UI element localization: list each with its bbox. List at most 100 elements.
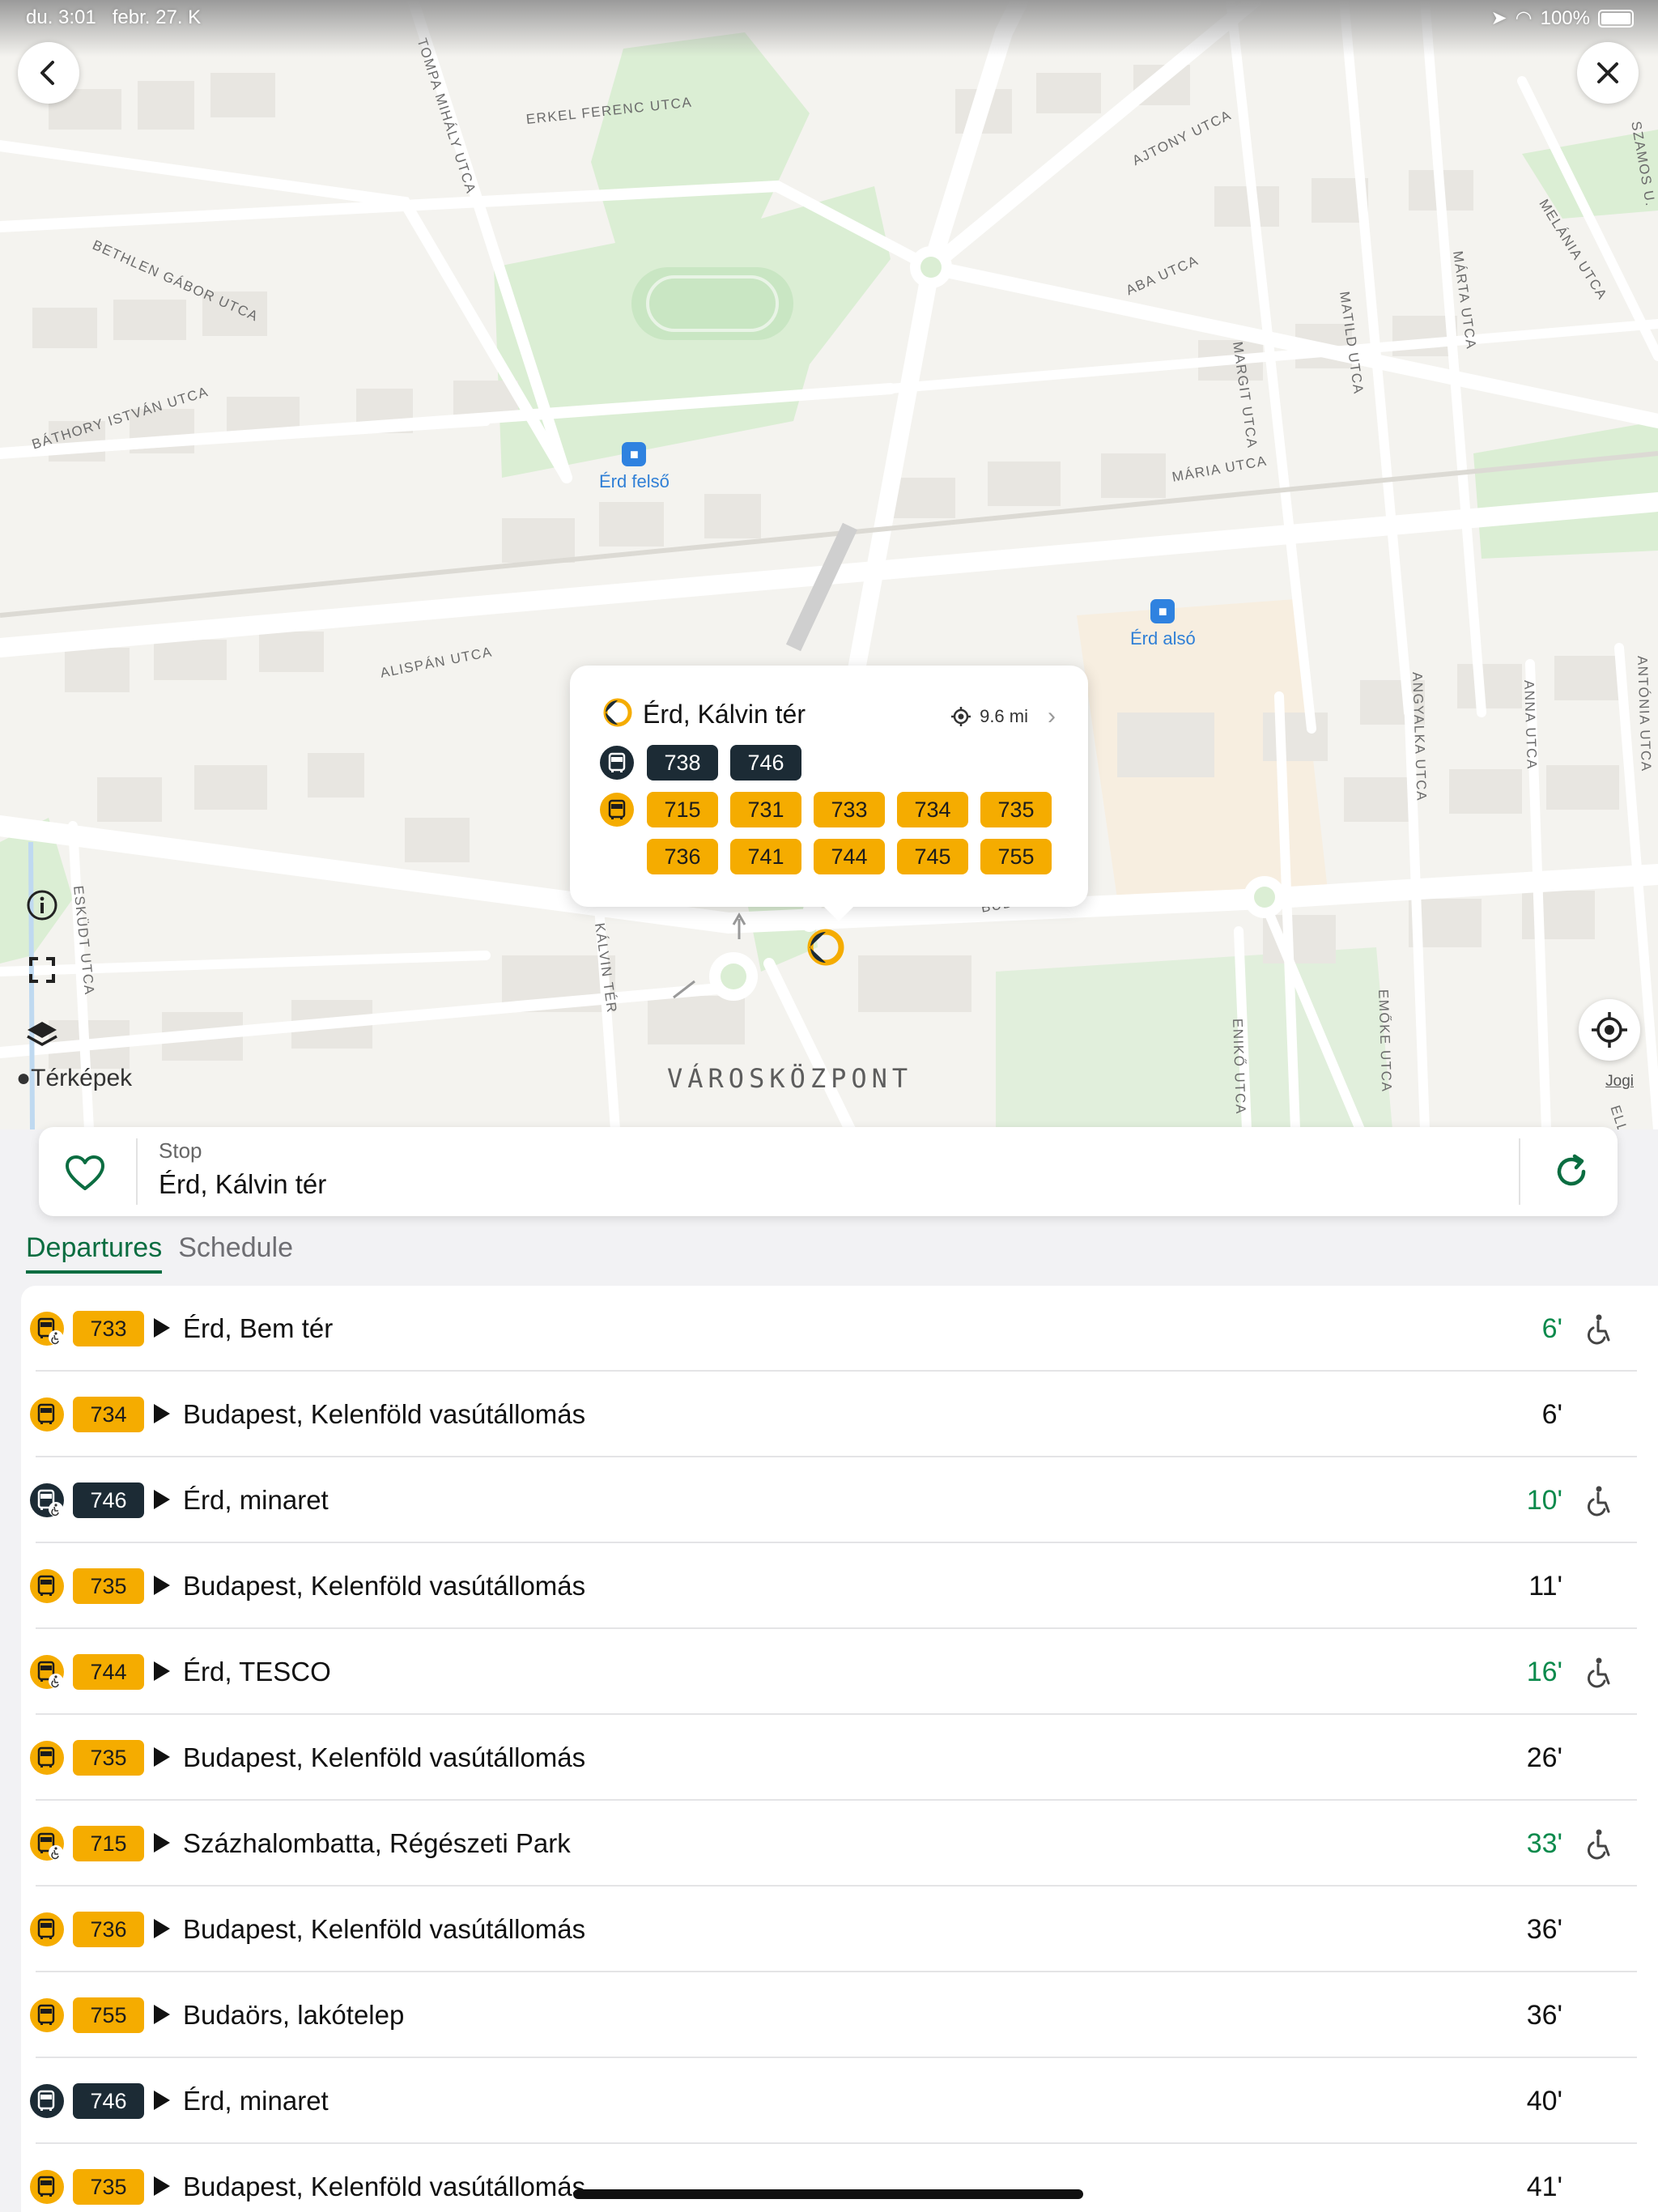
bus-icon (29, 1311, 65, 1346)
departure-row[interactable]: 734 Budapest, Kelenföld vasútállomás 6' (21, 1372, 1658, 1457)
stop-logo-icon (603, 698, 632, 727)
street-label: ANNA UTCA (1521, 679, 1540, 771)
expand-map-button[interactable] (15, 942, 70, 998)
departure-time: 6' (1541, 1313, 1562, 1344)
route-chip[interactable]: 735 (980, 792, 1052, 827)
train-icon: ■ (622, 442, 647, 466)
popup-yellow-route-row-2: 736 741 744 745 755 (647, 839, 1052, 874)
play-icon (154, 1490, 170, 1509)
bus-icon (29, 2169, 65, 2205)
destination: Budapest, Kelenföld vasútállomás (183, 1399, 586, 1429)
route-chip[interactable]: 736 (647, 839, 718, 874)
route-number: 733 (73, 1311, 144, 1346)
bus-icon (29, 1912, 65, 1947)
departure-time: 36' (1526, 1914, 1562, 1945)
map-layers-button[interactable] (15, 1007, 70, 1062)
back-button[interactable] (18, 42, 79, 104)
route-chip[interactable]: 746 (730, 745, 801, 781)
destination: Budapest, Kelenföld vasútállomás (183, 1914, 586, 1944)
destination: Budapest, Kelenföld vasútállomás (183, 1742, 586, 1772)
departure-row[interactable]: 715 Százhalombatta, Régészeti Park 33' (21, 1801, 1658, 1887)
clock: du. 3:01 (26, 6, 96, 28)
departure-row[interactable]: 735 Budapest, Kelenföld vasútállomás 41' (21, 2144, 1658, 2212)
departure-row[interactable]: 746 Érd, minaret 40' (21, 2058, 1658, 2144)
route-number: 746 (73, 2083, 144, 2119)
refresh-icon[interactable] (1550, 1150, 1593, 1193)
heart-icon[interactable] (63, 1151, 107, 1195)
chevron-right-icon: › (1048, 703, 1056, 730)
play-icon (154, 2091, 170, 2110)
departure-time: 10' (1526, 1485, 1562, 1516)
route-number: 746 (73, 1482, 144, 1518)
expand-icon (29, 957, 55, 983)
station-erd-felso[interactable]: ■ Érd felső (599, 442, 670, 492)
status-bar-shade (0, 0, 1658, 57)
destination: Budapest, Kelenföld vasútállomás (183, 1571, 586, 1601)
departure-row[interactable]: 746 Érd, minaret 10' (21, 1457, 1658, 1543)
popup-distance[interactable]: 9.6 mi › (950, 703, 1056, 730)
departure-row[interactable]: 733 Érd, Bem tér 6' (21, 1286, 1658, 1372)
play-icon (154, 1404, 170, 1423)
wifi-icon: ◠ (1515, 7, 1533, 29)
departure-list[interactable]: 733 Érd, Bem tér 6' 734 Budapest, Kelenföld … (21, 1286, 1658, 2212)
legal-link[interactable]: Jogi (1605, 1073, 1634, 1091)
info-button[interactable] (15, 878, 70, 933)
close-button[interactable] (1577, 42, 1639, 104)
route-number: 734 (73, 1397, 144, 1432)
departure-row[interactable]: 735 Budapest, Kelenföld vasútállomás 26' (21, 1715, 1658, 1801)
route-chip[interactable]: 734 (897, 792, 968, 827)
wheelchair-icon (1584, 1657, 1613, 1689)
destination: Százhalombatta, Régészeti Park (183, 1828, 571, 1858)
district-label: VÁROSKÖZPONT (667, 1063, 913, 1094)
wheelchair-icon (1584, 1828, 1613, 1861)
route-number: 736 (73, 1912, 144, 1947)
destination: Budaörs, lakótelep (183, 2000, 405, 2030)
route-number: 755 (73, 1997, 144, 2033)
close-icon (1597, 62, 1618, 83)
route-chip[interactable]: 755 (980, 839, 1052, 874)
tab-departures[interactable]: Departures (26, 1232, 163, 1274)
departure-row[interactable]: 736 Budapest, Kelenföld vasútállomás 36' (21, 1887, 1658, 1972)
tab-schedule[interactable]: Schedule (178, 1232, 293, 1274)
play-icon (154, 1576, 170, 1595)
home-indicator[interactable] (573, 2189, 1083, 2199)
station-erd-also[interactable]: ■ Érd alsó (1130, 599, 1196, 649)
stop-popup[interactable]: Érd, Kálvin tér 9.6 mi › 738 746 715 731… (570, 666, 1088, 921)
bus-icon (600, 793, 634, 827)
wheelchair-icon (1584, 1485, 1613, 1517)
route-chip[interactable]: 745 (897, 839, 968, 874)
route-chip[interactable]: 738 (647, 745, 718, 781)
route-number: 744 (73, 1654, 144, 1690)
route-chip[interactable]: 741 (730, 839, 801, 874)
bus-icon (29, 1826, 65, 1861)
popup-dark-route-row: 738 746 (599, 745, 801, 781)
departure-time: 16' (1526, 1657, 1562, 1687)
bus-icon (29, 1397, 65, 1432)
route-chip[interactable]: 733 (814, 792, 885, 827)
street-label: ENIKŐ UTCA (1230, 1018, 1249, 1116)
route-chip[interactable]: 715 (647, 792, 718, 827)
departure-time: 6' (1541, 1399, 1562, 1430)
route-number: 735 (73, 1740, 144, 1776)
departure-tabs: Departures Schedule (26, 1232, 293, 1274)
departure-row[interactable]: 755 Budaörs, lakótelep 36' (21, 1972, 1658, 2058)
popup-stop-name: Érd, Kálvin tér (643, 700, 806, 729)
play-icon (154, 1318, 170, 1338)
map-view[interactable]: TOMPA MIHÁLY UTCA ERKEL FERENC UTCA AJTO… (0, 0, 1658, 1129)
play-icon (154, 1747, 170, 1767)
popup-yellow-route-row-1: 715 731 733 734 735 (599, 792, 1052, 827)
chevron-left-icon (40, 61, 54, 85)
train-icon: ■ (1150, 599, 1175, 623)
departure-row[interactable]: 735 Budapest, Kelenföld vasútállomás 11' (21, 1543, 1658, 1629)
route-chip[interactable]: 744 (814, 839, 885, 874)
departure-row[interactable]: 744 Érd, TESCO 16' (21, 1629, 1658, 1715)
route-chip[interactable]: 731 (730, 792, 801, 827)
station-label: Érd alsó (1130, 628, 1196, 649)
battery-percent: 100% (1540, 6, 1590, 29)
wheelchair-icon (1584, 1313, 1613, 1346)
destination: Érd, minaret (183, 2086, 329, 2116)
destination: Érd, Bem tér (183, 1313, 334, 1343)
stop-marker-icon[interactable] (801, 925, 847, 970)
departure-time: 41' (1526, 2172, 1562, 2202)
locate-me-button[interactable] (1579, 999, 1640, 1061)
